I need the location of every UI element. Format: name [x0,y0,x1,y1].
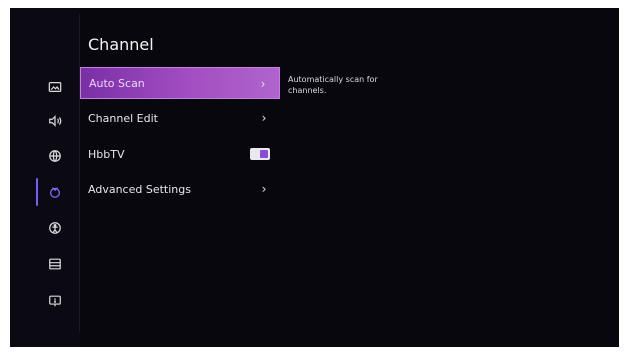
menu-item-channel-edit[interactable]: Channel Edit › [80,102,280,134]
hbbtv-toggle[interactable] [250,148,270,160]
tv-screen: Channel Auto Scan › Channel Edit › HbbTV… [10,8,619,347]
page-title: Channel [88,35,154,54]
menu-item-hbbtv[interactable]: HbbTV [80,138,280,170]
system-icon[interactable] [46,255,64,273]
support-icon[interactable] [46,292,64,310]
accessibility-icon[interactable] [46,219,64,237]
menu-item-advanced-settings[interactable]: Advanced Settings › [80,173,280,205]
active-indicator [36,178,38,206]
chevron-right-icon: › [261,182,267,196]
toggle-knob [260,150,268,158]
item-description: Automatically scan for channels. [288,75,378,95]
settings-sidebar [10,8,80,347]
menu-item-label: Advanced Settings [88,182,191,196]
chevron-right-icon: › [261,111,267,125]
picture-icon[interactable] [46,78,64,96]
network-icon[interactable] [46,147,64,165]
menu-item-label: Auto Scan [89,76,145,90]
menu-item-auto-scan[interactable]: Auto Scan › [80,67,280,99]
chevron-right-icon: › [260,77,266,91]
sound-icon[interactable] [46,112,64,130]
menu-item-label: HbbTV [88,147,125,161]
menu-item-label: Channel Edit [88,111,158,125]
channel-icon[interactable] [46,183,64,201]
